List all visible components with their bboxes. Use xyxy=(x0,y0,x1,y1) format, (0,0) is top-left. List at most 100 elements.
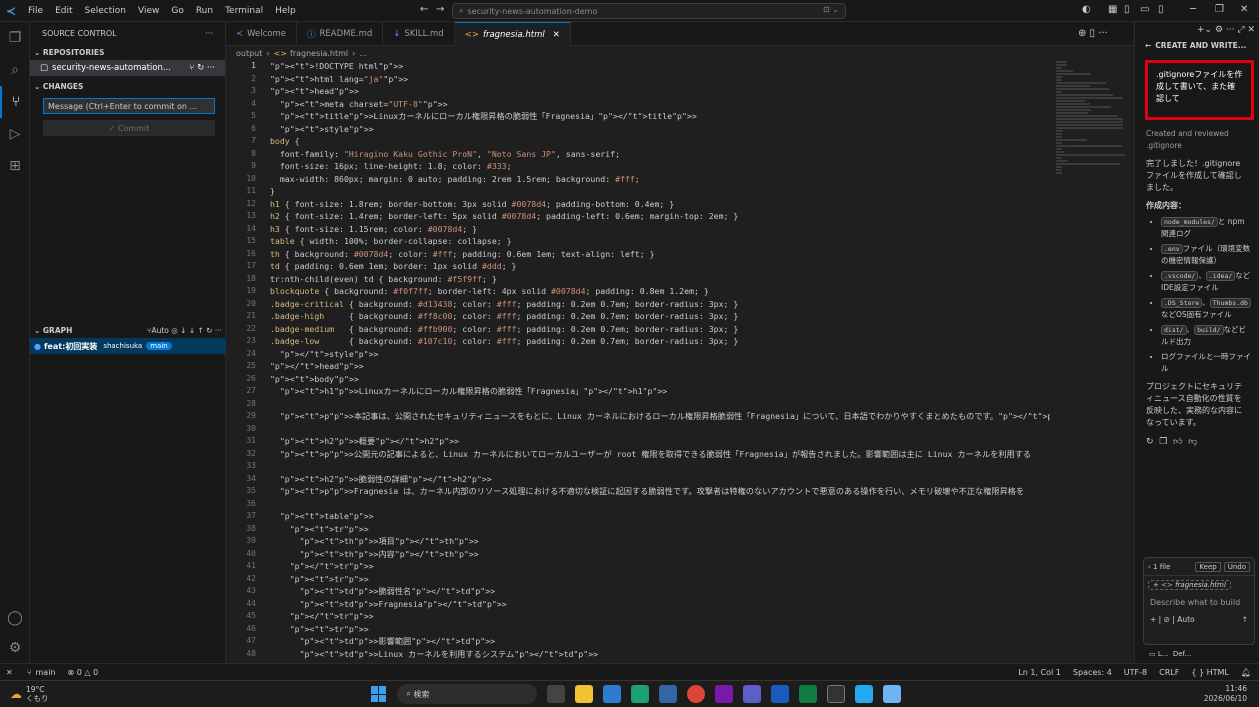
status-language[interactable]: { } HTML xyxy=(1191,668,1229,677)
code-line[interactable]: "p"><"t">tr"p">> xyxy=(270,573,1050,586)
code-text-area[interactable]: "p"><"t">!DOCTYPE html"p">> "p"><"t">html… xyxy=(270,60,1050,663)
code-line[interactable]: "p"><"t">meta charset="UTF-8""p">> xyxy=(270,98,1050,111)
code-line[interactable]: "p"><"t">head"p">> xyxy=(270,85,1050,98)
code-line[interactable]: "p"><"t">html lang="ja""p">> xyxy=(270,73,1050,86)
menu-help[interactable]: Help xyxy=(269,6,302,16)
graph-commit-row[interactable]: ● feat:初回実装 shachisuka main xyxy=(30,338,226,354)
chat-input[interactable]: Describe what to build xyxy=(1144,594,1254,611)
tools-icon[interactable]: ⊘ xyxy=(1164,615,1170,624)
status-encoding[interactable]: UTF-8 xyxy=(1124,668,1147,677)
status-eol[interactable]: CRLF xyxy=(1159,668,1179,677)
code-line[interactable] xyxy=(270,498,1050,511)
teams-icon[interactable] xyxy=(742,685,761,703)
code-line[interactable]: "p"><"t">p"p">>公開元の記事によると、Linux カーネルにおいて… xyxy=(270,448,1050,461)
changes-section-header[interactable]: ⌄ CHANGES xyxy=(30,78,225,94)
keep-button[interactable]: Keep xyxy=(1195,561,1221,572)
code-line[interactable]: "p"><"t">style"p">> xyxy=(270,123,1050,136)
tab-welcome[interactable]: ≺ Welcome xyxy=(226,22,298,46)
thumbs-down-icon[interactable]: 👎︎ xyxy=(1188,437,1197,447)
menu-view[interactable]: View xyxy=(132,6,165,16)
thumbs-up-icon[interactable]: 👍︎ xyxy=(1173,437,1182,447)
add-context-icon[interactable]: + xyxy=(1150,615,1156,624)
code-line[interactable]: body { xyxy=(270,135,1050,148)
more-actions-icon[interactable]: ··· xyxy=(1226,25,1235,35)
minimize-icon[interactable]: ─ xyxy=(1190,4,1196,15)
status-problems[interactable]: ⊗ 0 △ 0 xyxy=(68,668,99,677)
windows-start-icon[interactable] xyxy=(370,686,387,702)
code-line[interactable]: "p"><"t">th"p">>項目"p"></"t">th"p">> xyxy=(270,535,1050,548)
attached-file-chip[interactable]: + <> fragnesia.html xyxy=(1148,580,1231,590)
code-line[interactable]: "p"><"t">h2"p">>脆弱性の詳細"p"></"t">h2"p">> xyxy=(270,473,1050,486)
code-line[interactable] xyxy=(270,423,1050,436)
copy-icon[interactable]: ❐ xyxy=(1159,437,1167,447)
code-line[interactable] xyxy=(270,398,1050,411)
onenote-icon[interactable] xyxy=(714,685,733,703)
code-line[interactable]: td { padding: 0.6em 1em; border: 1px sol… xyxy=(270,260,1050,273)
store-icon[interactable] xyxy=(658,685,677,703)
menu-go[interactable]: Go xyxy=(165,6,189,16)
new-chat-icon[interactable]: +⌄ xyxy=(1197,25,1212,35)
code-line[interactable]: "p"><"t">tr"p">> xyxy=(270,523,1050,536)
code-line[interactable]: "p"></"t">style"p">> xyxy=(270,348,1050,361)
code-line[interactable]: .badge-high { background: #ff8c00; color… xyxy=(270,310,1050,323)
code-line[interactable]: blockquote { background: #f0f7ff; border… xyxy=(270,285,1050,298)
breadcrumb-file[interactable]: fragnesia.html xyxy=(290,49,348,58)
commit-button[interactable]: ✓ Commit xyxy=(43,120,215,136)
commit-message-input[interactable]: Message (Ctrl+Enter to commit on ... xyxy=(43,98,215,114)
taskbar-search[interactable]: ⌕ 検索 xyxy=(396,684,537,704)
tab-readme-md[interactable]: ⓘ README.md xyxy=(297,22,384,46)
excel-icon[interactable] xyxy=(798,685,817,703)
code-line[interactable]: h1 { font-size: 1.8rem; border-bottom: 3… xyxy=(270,198,1050,211)
code-line[interactable]: "p"><"t">table"p">> xyxy=(270,510,1050,523)
code-line[interactable]: "p"><"t">p"p">>本記事は、公開されたセキュリティニュースをもとに、… xyxy=(270,410,1050,423)
retry-icon[interactable]: ↻ xyxy=(1146,437,1154,447)
code-editor[interactable]: 1 2 3 4 5 6 7 8 9 10 11 12 13 14 15 16 17 18 19 20 21 22 23 24 2… xyxy=(226,60,1133,663)
code-line[interactable]: "p"><"t">th"p">>内容"p"></"t">th"p">> xyxy=(270,548,1050,561)
graph-section-header[interactable]: ⌄ GRAPH ⑂Auto ◎ ↓ ↓ ↑ ↻ ··· xyxy=(30,322,226,338)
code-line[interactable]: max-width: 860px; margin: 0 auto; paddin… xyxy=(270,173,1050,186)
code-line[interactable]: h3 { font-size: 1.15rem; color: #0078d4;… xyxy=(270,223,1050,236)
snipping-tool-icon[interactable] xyxy=(882,685,901,703)
terminal-icon[interactable] xyxy=(826,685,845,703)
code-line[interactable]: } xyxy=(270,185,1050,198)
code-line[interactable]: "p"><"t">body"p">> xyxy=(270,373,1050,386)
layout-icon[interactable]: ▦ xyxy=(1108,4,1117,15)
accounts-icon[interactable]: ◐ xyxy=(1082,4,1091,15)
toggle-panel-icon[interactable]: ▭ xyxy=(1140,4,1149,15)
toggle-sidebar-icon[interactable]: ▯ xyxy=(1124,4,1130,15)
menu-edit[interactable]: Edit xyxy=(49,6,78,16)
extensions-icon[interactable]: ⊞ xyxy=(0,150,30,182)
more-actions-icon[interactable]: ··· xyxy=(205,29,213,38)
editor-actions-icon[interactable]: ⊕ ▯ ··· xyxy=(1078,28,1108,39)
edge-icon[interactable] xyxy=(630,685,649,703)
tab-skill-md[interactable]: ↓ SKILL.md xyxy=(383,22,455,46)
code-line[interactable]: tr:nth-child(even) td { background: #f5f… xyxy=(270,273,1050,286)
tab-fragnesia-html[interactable]: <> fragnesia.html ✕ xyxy=(454,22,571,46)
status-branch[interactable]: main xyxy=(36,668,56,677)
vscode-taskbar-icon[interactable] xyxy=(854,685,873,703)
chrome-icon[interactable] xyxy=(686,685,705,703)
back-arrow-icon[interactable]: ← xyxy=(1145,41,1151,50)
code-line[interactable] xyxy=(270,460,1050,473)
code-line[interactable]: "p"><"t">td"p">>影響範囲"p"></"t">td"p">> xyxy=(270,635,1050,648)
code-line[interactable]: "p"><"t">td"p">>Fragnesia"p"></"t">td"p"… xyxy=(270,598,1050,611)
word-icon[interactable] xyxy=(770,685,789,703)
code-line[interactable]: "p"></"t">tr"p">> xyxy=(270,610,1050,623)
code-line[interactable]: "p"><"t">td"p">>Linux カーネルを利用するシステム"p"><… xyxy=(270,648,1050,661)
agent-mode-label[interactable]: Def... xyxy=(1173,650,1191,658)
source-control-icon[interactable]: ⑂ xyxy=(0,86,30,118)
status-indentation[interactable]: Spaces: 4 xyxy=(1073,668,1112,677)
maximize-panel-icon[interactable]: ⤢ xyxy=(1237,25,1244,35)
menu-selection[interactable]: Selection xyxy=(79,6,132,16)
code-line[interactable]: "p"></"t">tr"p">> xyxy=(270,560,1050,573)
search-icon[interactable]: ⌕ xyxy=(0,54,30,86)
code-line[interactable]: "p"><"t">p"p">>Fragnesia は、カーネル内部のリソース処理… xyxy=(270,485,1050,498)
undo-button[interactable]: Undo xyxy=(1223,561,1250,572)
code-line[interactable]: "p"><"t">!DOCTYPE html"p">> xyxy=(270,60,1050,73)
branch-icon[interactable]: ⑂ ↻ ··· xyxy=(189,63,215,73)
breadcrumb-folder[interactable]: output xyxy=(236,49,262,58)
menu-terminal[interactable]: Terminal xyxy=(219,6,269,16)
outlook-icon[interactable] xyxy=(602,685,621,703)
code-line[interactable]: table { width: 100%; border-collapse: co… xyxy=(270,235,1050,248)
back-arrow-icon[interactable]: ← xyxy=(420,4,428,15)
